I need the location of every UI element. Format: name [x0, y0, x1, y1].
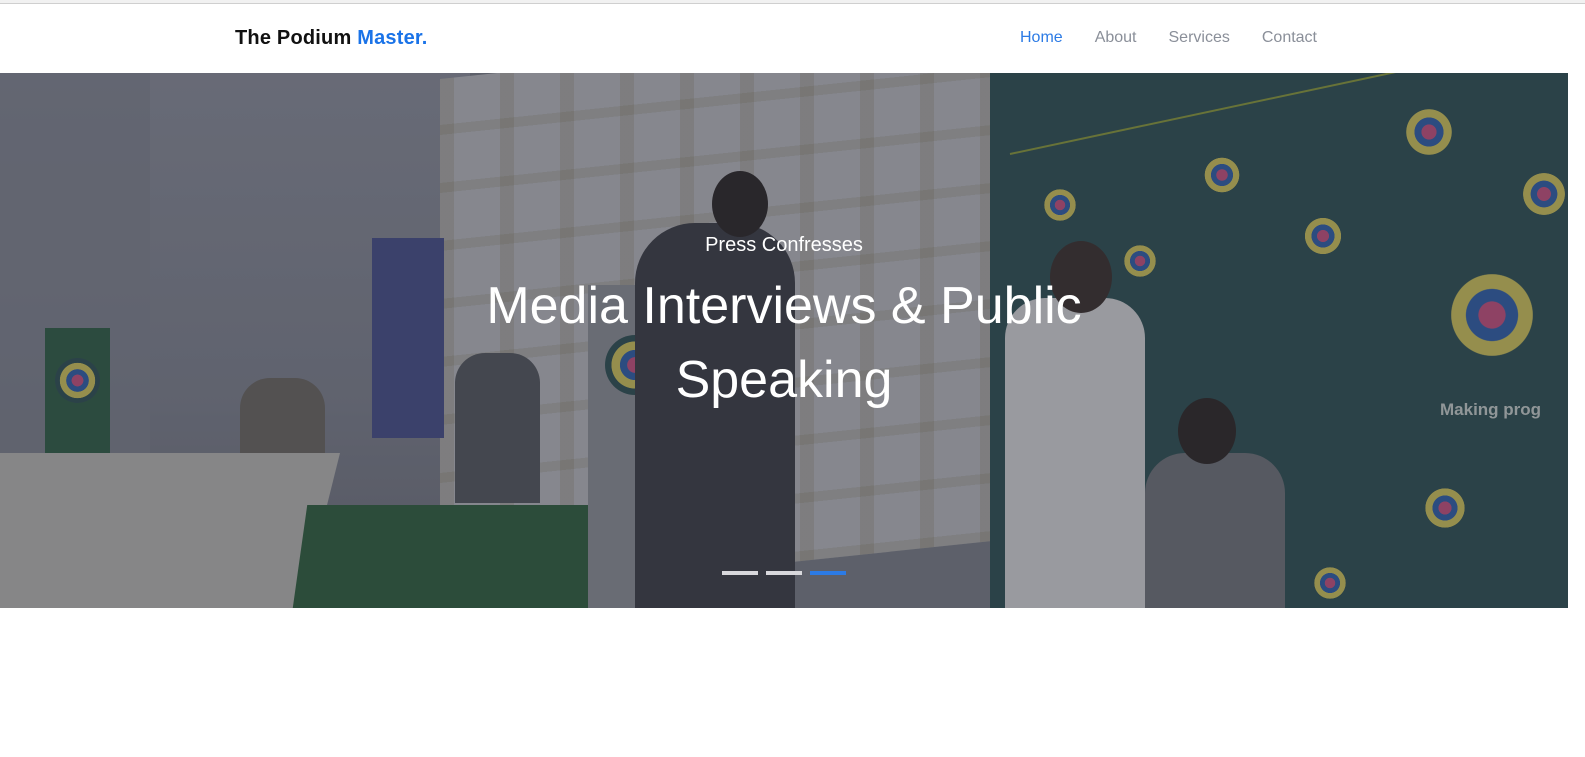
hero-caption: Press Confresses Media Interviews & Publ…: [0, 73, 1568, 608]
navbar: The Podium Master. Home About Services C…: [0, 4, 1585, 73]
brand-name: The Podium: [235, 27, 352, 49]
nav-link-services[interactable]: Services: [1169, 29, 1230, 46]
nav-link-contact[interactable]: Contact: [1262, 29, 1317, 46]
hero-carousel[interactable]: Making prog Press Confresses Media Inter…: [0, 73, 1568, 608]
carousel-indicator-3[interactable]: [810, 571, 846, 575]
carousel-indicator-2[interactable]: [766, 571, 802, 575]
brand-accent: Master.: [357, 27, 428, 49]
carousel-indicator-1[interactable]: [722, 571, 758, 575]
main-nav: Home About Services Contact: [1020, 29, 1317, 47]
brand-logo[interactable]: The Podium Master.: [235, 27, 428, 50]
nav-link-home[interactable]: Home: [1020, 29, 1063, 46]
carousel-indicators: [722, 571, 846, 575]
hero-title: Media Interviews & Public Speaking: [486, 277, 1082, 409]
nav-link-about[interactable]: About: [1095, 29, 1137, 46]
page-scrollbar[interactable]: [1568, 73, 1585, 608]
hero-subtitle: Press Confresses: [705, 234, 863, 256]
